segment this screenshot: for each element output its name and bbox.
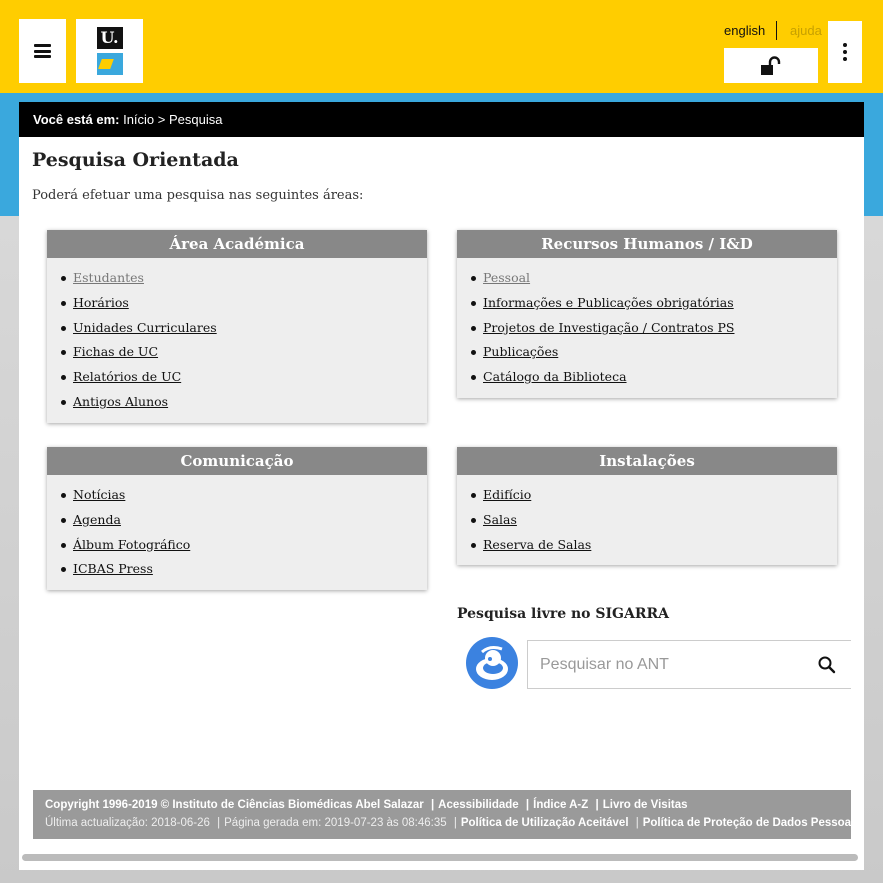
footer-copyright: Copyright 1996-2019 © Instituto de Ciênc… xyxy=(45,799,424,811)
ant-search-logo-icon xyxy=(466,637,518,689)
list-item: Unidades Curriculares xyxy=(61,316,427,341)
help-link[interactable]: ajuda xyxy=(790,23,822,38)
footer-link-livro-visitas[interactable]: Livro de Visitas xyxy=(603,799,688,811)
menu-button[interactable] xyxy=(19,19,66,83)
list-item: Informações e Publicações obrigatórias xyxy=(471,291,837,316)
link-informacoes-publicacoes[interactable]: Informações e Publicações obrigatórias xyxy=(483,295,734,310)
list-item: Fichas de UC xyxy=(61,340,427,365)
search-input[interactable] xyxy=(540,653,800,677)
list-item: Estudantes xyxy=(61,266,427,291)
link-album-fotografico[interactable]: Álbum Fotográfico xyxy=(73,537,190,552)
search-box xyxy=(527,640,851,689)
list-item: Publicações xyxy=(471,340,837,365)
university-logo-icon: U. xyxy=(96,27,123,75)
list-item: Catálogo da Biblioteca xyxy=(471,365,837,390)
link-antigos-alunos[interactable]: Antigos Alunos xyxy=(73,394,168,409)
section-title: Área Académica xyxy=(47,230,427,258)
list-item: Reserva de Salas xyxy=(471,533,837,558)
list-item: Notícias xyxy=(61,483,427,508)
section-title: Comunicação xyxy=(47,447,427,475)
breadcrumb-prefix: Você está em: xyxy=(33,112,120,127)
link-reserva-salas[interactable]: Reserva de Salas xyxy=(483,537,591,552)
section-facilities: Instalações Edifício Salas Reserva de Sa… xyxy=(457,447,837,566)
kebab-menu-icon xyxy=(843,43,847,61)
section-list: Estudantes Horários Unidades Curriculare… xyxy=(47,258,427,423)
link-catalogo-biblioteca[interactable]: Catálogo da Biblioteca xyxy=(483,369,627,384)
link-icbas-press[interactable]: ICBAS Press xyxy=(73,561,153,576)
link-relatorios-uc[interactable]: Relatórios de UC xyxy=(73,369,181,384)
list-item: Antigos Alunos xyxy=(61,390,427,415)
link-salas[interactable]: Salas xyxy=(483,512,517,527)
breadcrumb-home-link[interactable]: Início xyxy=(123,112,154,127)
list-item: Projetos de Investigação / Contratos PS xyxy=(471,316,837,341)
list-item: Relatórios de UC xyxy=(61,365,427,390)
breadcrumb: Você está em: Início > Pesquisa xyxy=(19,102,864,137)
footer-link-politica-dados[interactable]: Política de Proteção de Dados Pessoais xyxy=(643,817,851,829)
site-logo[interactable]: U. xyxy=(76,19,143,83)
link-unidades-curriculares[interactable]: Unidades Curriculares xyxy=(73,320,217,335)
list-item: Agenda xyxy=(61,508,427,533)
section-title: Instalações xyxy=(457,447,837,475)
unlock-icon xyxy=(761,55,781,75)
section-list: Pessoal Informações e Publicações obriga… xyxy=(457,258,837,398)
link-fichas-uc[interactable]: Fichas de UC xyxy=(73,344,158,359)
link-edificio[interactable]: Edifício xyxy=(483,487,531,502)
section-hr-research: Recursos Humanos / I&D Pessoal Informaçõ… xyxy=(457,230,837,398)
login-button[interactable] xyxy=(724,48,818,83)
section-communication: Comunicação Notícias Agenda Álbum Fotogr… xyxy=(47,447,427,591)
list-item: Pessoal xyxy=(471,266,837,291)
footer-link-acessibilidade[interactable]: Acessibilidade xyxy=(438,799,519,811)
footer-link-indice[interactable]: Índice A-Z xyxy=(533,799,588,811)
list-item: Horários xyxy=(61,291,427,316)
list-item: Salas xyxy=(471,508,837,533)
page-title: Pesquisa Orientada xyxy=(32,149,239,171)
horizontal-scrollbar[interactable] xyxy=(22,854,858,861)
list-item: ICBAS Press xyxy=(61,557,427,582)
link-agenda[interactable]: Agenda xyxy=(73,512,121,527)
section-list: Notícias Agenda Álbum Fotográfico ICBAS … xyxy=(47,475,427,590)
breadcrumb-separator: > xyxy=(154,112,169,127)
header-divider xyxy=(776,21,777,40)
link-estudantes[interactable]: Estudantes xyxy=(73,270,144,285)
section-list: Edifício Salas Reserva de Salas xyxy=(457,475,837,565)
section-title: Recursos Humanos / I&D xyxy=(457,230,837,258)
language-switch-link[interactable]: english xyxy=(724,23,765,38)
link-noticias[interactable]: Notícias xyxy=(73,487,125,502)
section-academic: Área Académica Estudantes Horários Unida… xyxy=(47,230,427,423)
footer: Copyright 1996-2019 © Instituto de Ciênc… xyxy=(33,790,851,839)
link-pessoal[interactable]: Pessoal xyxy=(483,270,530,285)
options-menu-button[interactable] xyxy=(828,21,862,83)
link-horarios[interactable]: Horários xyxy=(73,295,129,310)
breadcrumb-current: Pesquisa xyxy=(169,112,223,127)
hamburger-menu-icon xyxy=(34,44,51,58)
list-item: Edifício xyxy=(471,483,837,508)
main-content: Pesquisa Orientada Poderá efetuar uma pe… xyxy=(19,137,864,870)
footer-link-politica-utilizacao[interactable]: Política de Utilização Aceitável xyxy=(461,817,629,829)
free-search-title: Pesquisa livre no SIGARRA xyxy=(457,606,669,622)
link-publicacoes[interactable]: Publicações xyxy=(483,344,558,359)
search-icon[interactable] xyxy=(817,655,837,675)
list-item: Álbum Fotográfico xyxy=(61,533,427,558)
intro-text: Poderá efetuar uma pesquisa nas seguinte… xyxy=(32,188,364,203)
link-projetos-investigacao[interactable]: Projetos de Investigação / Contratos PS xyxy=(483,320,734,335)
footer-last-update: Última actualização: 2018-06-26 xyxy=(45,817,210,829)
footer-generated: Página gerada em: 2019-07-23 às 08:46:35 xyxy=(224,817,447,829)
